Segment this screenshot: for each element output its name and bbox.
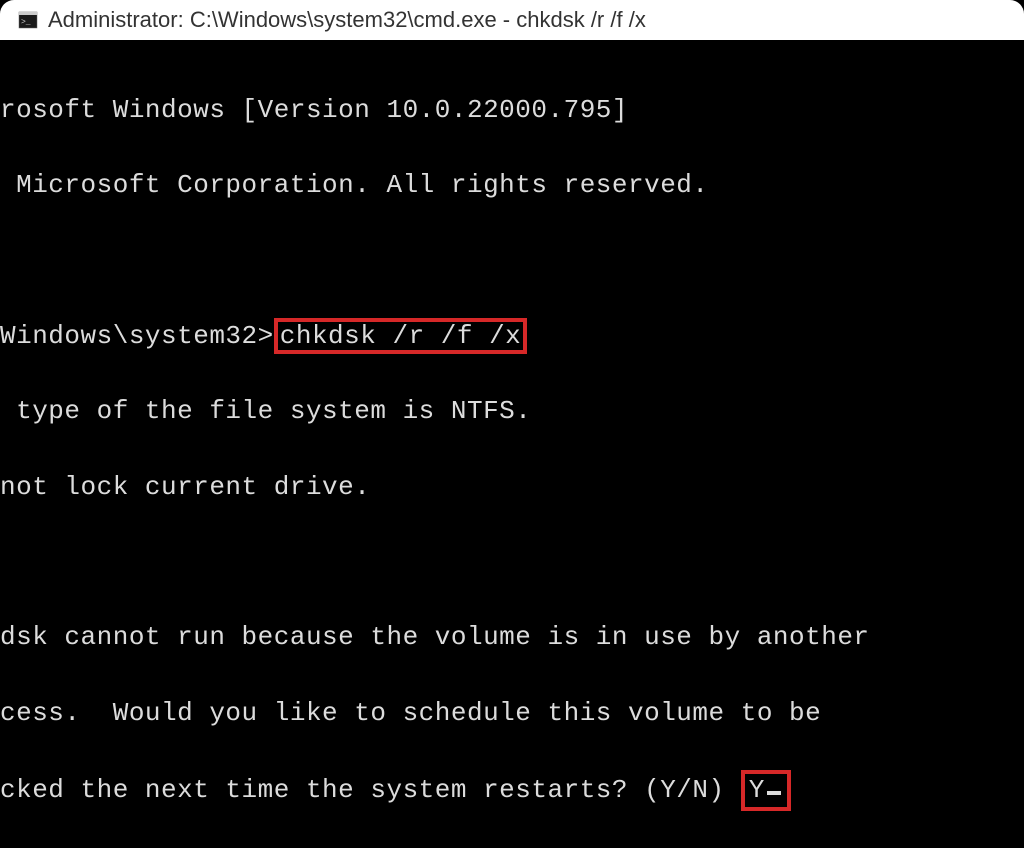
output-line: type of the file system is NTFS. [0, 393, 1024, 431]
output-line: not lock current drive. [0, 469, 1024, 507]
cmd-icon: >_ [18, 10, 38, 30]
output-line [0, 242, 1024, 280]
window-titlebar[interactable]: >_ Administrator: C:\Windows\system32\cm… [0, 0, 1024, 40]
text-cursor [767, 791, 781, 795]
prompt-input-line: cked the next time the system restarts? … [0, 770, 1024, 811]
highlighted-input[interactable]: Y [741, 770, 791, 811]
window-title: Administrator: C:\Windows\system32\cmd.e… [48, 7, 646, 33]
output-line: cess. Would you like to schedule this vo… [0, 695, 1024, 733]
output-line: Microsoft Corporation. All rights reserv… [0, 167, 1024, 205]
output-line: rosoft Windows [Version 10.0.22000.795] [0, 92, 1024, 130]
prompt-path: Windows\system32> [0, 321, 274, 351]
prompt-line: Windows\system32>chkdsk /r /f /x [0, 318, 1024, 356]
output-line: dsk cannot run because the volume is in … [0, 619, 1024, 657]
prompt-question: cked the next time the system restarts? … [0, 775, 741, 805]
highlighted-command: chkdsk /r /f /x [274, 318, 528, 355]
user-answer: Y [749, 775, 765, 805]
svg-text:>_: >_ [21, 18, 31, 27]
terminal-output[interactable]: rosoft Windows [Version 10.0.22000.795] … [0, 40, 1024, 848]
output-line [0, 544, 1024, 582]
